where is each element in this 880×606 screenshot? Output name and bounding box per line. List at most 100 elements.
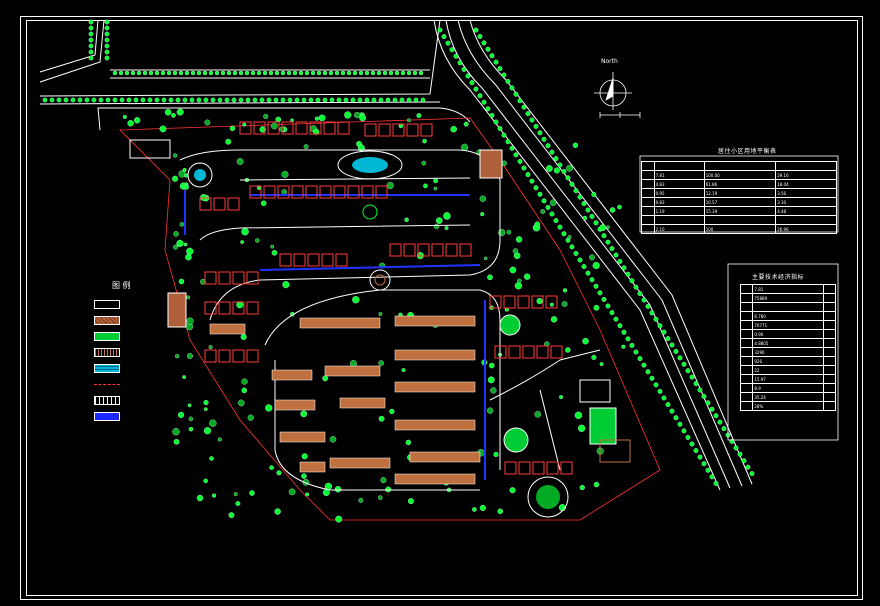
tree-symbol (240, 240, 245, 244)
tree-symbol (344, 111, 352, 119)
tree-symbol (509, 85, 515, 91)
tree-symbol (737, 451, 743, 457)
tree-symbol (340, 70, 346, 76)
tree-symbol (433, 186, 438, 191)
table-row (641, 215, 837, 225)
table-cell (822, 392, 837, 402)
tree-symbol (506, 229, 512, 235)
house-unit (291, 185, 304, 199)
tree-symbol (577, 424, 586, 432)
tree-symbol (406, 97, 412, 103)
tree-symbol (382, 70, 388, 76)
tree-symbol (529, 117, 535, 123)
tree-symbol (399, 97, 405, 103)
house-unit (218, 271, 231, 285)
tree-symbol (303, 144, 309, 150)
tree-symbol (513, 152, 519, 158)
tree-symbol (501, 72, 507, 78)
tree-symbol (649, 375, 655, 381)
tree-symbol (255, 238, 260, 243)
tree-symbol (653, 316, 659, 322)
tree-symbol (260, 200, 267, 207)
tree-symbol (517, 278, 522, 284)
tree-symbol (176, 239, 184, 248)
tree-symbol (661, 395, 667, 401)
tree-symbol (203, 97, 209, 103)
tree-symbol (119, 97, 125, 103)
tree-symbol (301, 473, 307, 479)
apartment-block (394, 349, 476, 361)
tree-symbol (645, 303, 651, 309)
tree-symbol (669, 408, 675, 414)
tree-symbol (512, 248, 519, 254)
tree-symbol (77, 97, 83, 103)
tree-symbol (385, 97, 391, 103)
tree-symbol (685, 368, 691, 374)
tree-symbol (498, 229, 506, 237)
tree-symbol (305, 492, 310, 497)
tree-symbol (159, 125, 167, 133)
tree-symbol (709, 406, 715, 412)
tree-symbol (617, 258, 623, 264)
tree-symbol (613, 316, 619, 322)
tree-symbol (621, 344, 626, 349)
tree-symbol (573, 188, 579, 194)
tree-symbol (605, 303, 611, 309)
table-row (739, 302, 837, 312)
table-row: 4.8805 (739, 338, 837, 348)
tree-symbol (480, 212, 485, 217)
tree-symbol (509, 266, 517, 274)
tree-symbol (629, 278, 635, 284)
tree-symbol (171, 113, 176, 118)
tree-symbol (172, 175, 179, 182)
tree-symbol (541, 198, 547, 204)
house-unit (361, 185, 374, 199)
tree-symbol (164, 109, 172, 116)
table-cell (641, 215, 655, 225)
table-cell (822, 374, 837, 384)
tree-symbol (493, 451, 499, 457)
table-row: 15.97 (739, 374, 837, 384)
tree-symbol (394, 70, 400, 76)
tree-symbol (534, 221, 540, 227)
house-unit (263, 185, 276, 199)
table-cell: 1.19 (653, 206, 705, 216)
tree-symbol (487, 274, 493, 281)
tree-symbol (537, 130, 543, 136)
tree-symbol (329, 97, 335, 103)
table-cell (822, 293, 837, 303)
tree-symbol (182, 375, 186, 380)
tree-symbol (697, 454, 703, 460)
tree-symbol (593, 220, 599, 226)
tree-symbol (665, 402, 671, 408)
table-cell: 15.97 (752, 374, 824, 384)
apartment-block (339, 397, 386, 409)
tree-symbol (236, 158, 244, 165)
table-cell (641, 206, 655, 216)
tree-symbol (545, 143, 551, 149)
house-unit (333, 185, 346, 199)
table-cell (822, 347, 837, 357)
tree-symbol (549, 211, 555, 217)
apartment-block (324, 365, 381, 377)
tree-symbol (450, 125, 457, 133)
table-cell: 2.10 (653, 224, 705, 234)
tree-symbol (589, 213, 595, 219)
table-row: 75889 (739, 293, 837, 303)
table-row: 0.83 10.57 3.10 (641, 197, 837, 207)
table-cell (653, 215, 705, 225)
tree-symbol (334, 486, 342, 493)
legend-title: 图 例 (112, 281, 131, 290)
table-cell (739, 293, 754, 303)
tree-symbol (661, 329, 667, 335)
tree-symbol (241, 387, 247, 394)
house-unit (213, 197, 226, 211)
tree-symbol (713, 413, 719, 419)
tree-symbol (693, 381, 699, 387)
tree-symbol (275, 116, 282, 123)
tree-symbol (657, 323, 663, 329)
tree-symbol (231, 97, 237, 103)
tree-symbol (404, 217, 409, 223)
tree-symbol (166, 70, 172, 76)
tree-symbol (549, 302, 554, 307)
